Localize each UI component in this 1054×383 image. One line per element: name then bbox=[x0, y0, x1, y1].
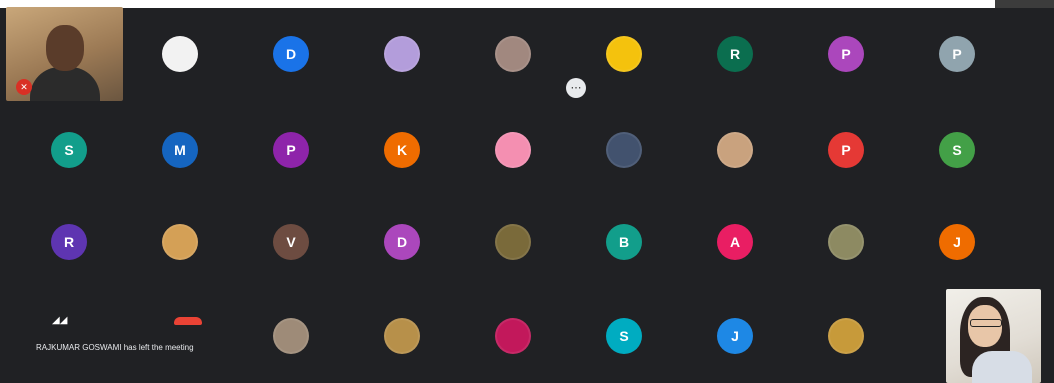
participant-initial-avatar: M bbox=[162, 132, 198, 168]
pinned-video-glasses bbox=[970, 319, 1002, 327]
participant-left-notification: RAJKUMAR GOSWAMI has left the meeting bbox=[30, 337, 271, 359]
participant-tile[interactable]: D bbox=[236, 8, 346, 100]
participant-initial-avatar: K bbox=[384, 132, 420, 168]
pinned-video-shirt bbox=[972, 351, 1032, 383]
participant-tile[interactable]: J bbox=[902, 196, 1012, 288]
participant-initial-avatar: P bbox=[273, 132, 309, 168]
participant-initial-avatar: P bbox=[828, 36, 864, 72]
participant-tile[interactable]: K bbox=[347, 104, 457, 196]
participant-photo-avatar bbox=[273, 318, 309, 354]
participant-initial-avatar: P bbox=[828, 132, 864, 168]
participant-photo-avatar bbox=[495, 224, 531, 260]
participant-tile[interactable]: P bbox=[791, 8, 901, 100]
participant-photo-avatar bbox=[828, 224, 864, 260]
participant-tile[interactable]: R bbox=[14, 196, 124, 288]
participant-tile[interactable]: S bbox=[569, 290, 679, 382]
participant-initial-avatar: V bbox=[273, 224, 309, 260]
participant-tile[interactable] bbox=[458, 196, 568, 288]
participant-tile[interactable] bbox=[458, 290, 568, 382]
participant-initial-avatar: J bbox=[939, 224, 975, 260]
participant-tile[interactable]: M bbox=[125, 104, 235, 196]
participant-initial-avatar: J bbox=[717, 318, 753, 354]
participant-photo-avatar bbox=[606, 132, 642, 168]
participant-initial-avatar: R bbox=[717, 36, 753, 72]
participant-photo-avatar bbox=[384, 318, 420, 354]
participant-tile[interactable]: P bbox=[236, 104, 346, 196]
participant-photo-avatar bbox=[828, 318, 864, 354]
participant-initial-avatar: D bbox=[273, 36, 309, 72]
more-options-icon[interactable]: ⋯ bbox=[566, 78, 586, 98]
participant-initial-avatar: S bbox=[51, 132, 87, 168]
participant-photo-avatar bbox=[495, 132, 531, 168]
participant-tile[interactable]: S bbox=[14, 104, 124, 196]
participant-initial-avatar: D bbox=[384, 224, 420, 260]
status-panel: ◢◢ RAJKUMAR GOSWAMI has left the meeting bbox=[30, 307, 271, 367]
participant-tile[interactable] bbox=[458, 8, 568, 100]
participant-initial-avatar: R bbox=[51, 224, 87, 260]
participant-photo-avatar bbox=[495, 36, 531, 72]
participant-tile[interactable] bbox=[347, 8, 457, 100]
participant-tile[interactable] bbox=[791, 290, 901, 382]
participant-tile[interactable]: B bbox=[569, 196, 679, 288]
participant-tile[interactable] bbox=[125, 8, 235, 100]
participant-tile[interactable] bbox=[458, 104, 568, 196]
participant-tile[interactable]: D bbox=[347, 196, 457, 288]
participant-tile[interactable]: A bbox=[680, 196, 790, 288]
participant-tile[interactable]: S bbox=[902, 104, 1012, 196]
participant-initial-avatar: S bbox=[606, 318, 642, 354]
participant-photo-avatar bbox=[717, 132, 753, 168]
status-icons: ◢◢ bbox=[40, 315, 260, 329]
participant-photo-avatar bbox=[384, 36, 420, 72]
participant-tile[interactable] bbox=[791, 196, 901, 288]
participant-photo-avatar bbox=[162, 36, 198, 72]
participant-tile[interactable]: J bbox=[680, 290, 790, 382]
participant-tile[interactable]: V bbox=[236, 196, 346, 288]
participant-initial-avatar: B bbox=[606, 224, 642, 260]
participant-initial-avatar: S bbox=[939, 132, 975, 168]
pinned-video-tile[interactable] bbox=[946, 289, 1041, 383]
participant-tile[interactable] bbox=[680, 104, 790, 196]
participant-tile[interactable] bbox=[347, 290, 457, 382]
participant-tile[interactable]: P bbox=[902, 8, 1012, 100]
signal-icon: ◢◢ bbox=[52, 315, 68, 326]
participant-tile[interactable]: P bbox=[791, 104, 901, 196]
participant-tile[interactable]: R bbox=[680, 8, 790, 100]
participant-photo-avatar bbox=[606, 36, 642, 72]
participant-photo-avatar bbox=[495, 318, 531, 354]
hangup-icon[interactable] bbox=[174, 317, 202, 325]
participant-initial-avatar: A bbox=[717, 224, 753, 260]
participant-tile[interactable] bbox=[569, 104, 679, 196]
participant-photo-avatar bbox=[162, 224, 198, 260]
participant-initial-avatar: P bbox=[939, 36, 975, 72]
participant-tile[interactable] bbox=[125, 196, 235, 288]
